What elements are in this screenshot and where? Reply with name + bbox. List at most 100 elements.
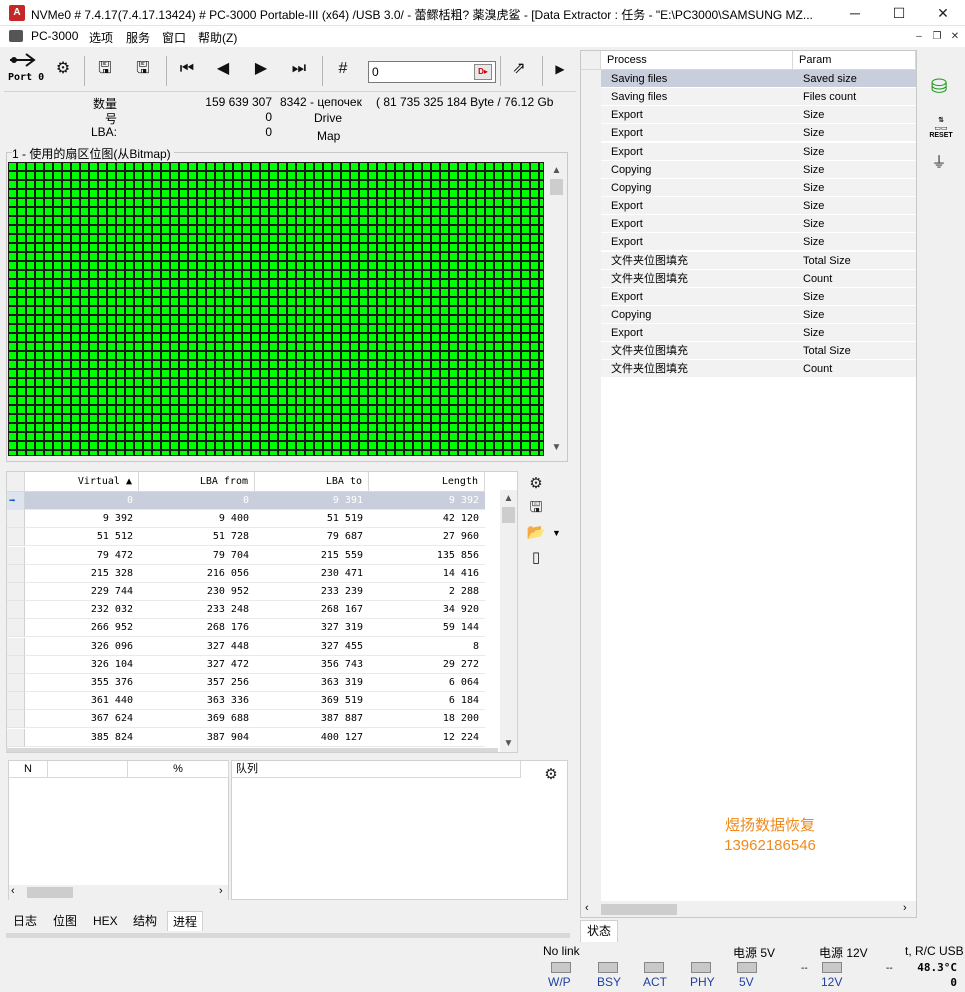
col-virtual[interactable]: Virtual ▲ [25,472,139,492]
col-process[interactable]: Process [601,51,793,70]
table-row[interactable]: 9 392 9 400 51 519 42 120 [7,510,497,529]
table-row[interactable]: 79 472 79 704 215 559 135 856 [7,546,497,565]
database-icon[interactable]: ⛁ [928,76,950,98]
save-button[interactable]: 🖫 [90,54,120,86]
col-n[interactable]: N [9,761,48,778]
table-row[interactable]: 51 512 51 728 79 687 27 960 [7,528,497,547]
menu-service[interactable]: 服务 [126,29,150,46]
scroll-thumb[interactable] [601,904,677,915]
process-row[interactable]: Saving files Files count [581,88,916,107]
scroll-right-icon[interactable]: › [903,902,907,914]
maximize-button[interactable]: ☐ [877,0,921,26]
next-button[interactable]: ▶ [246,54,276,86]
prev-button[interactable]: ◀ [208,54,238,86]
process-row[interactable]: 文件夹位图填充 Count [581,269,916,288]
scroll-up-icon[interactable]: ▲ [548,162,565,179]
process-row[interactable]: 文件夹位图填充 Count [581,360,916,379]
scroll-left-icon[interactable]: ‹ [585,902,589,914]
process-row[interactable]: Export Size [581,324,916,343]
col-lba-to[interactable]: LBA to [255,472,369,492]
reset-icon[interactable]: ⇅ ▭▭ RESET [929,116,953,139]
table-row[interactable]: 361 440 363 336 369 519 6 184 [7,692,497,711]
process-row[interactable]: Export Size [581,197,916,216]
process-row[interactable]: Saving files Saved size [581,70,916,88]
dropdown-arrow-icon[interactable]: ▼ [552,528,561,538]
table-row[interactable]: 266 952 268 176 327 319 59 144 [7,619,497,638]
table-scrollbar[interactable]: ▲ ▼ [500,490,517,752]
table-row[interactable]: 232 032 233 248 268 167 34 920 [7,601,497,620]
tab-bitmap[interactable]: 位图 [48,911,82,931]
table-row[interactable]: 229 744 230 952 233 239 2 288 [7,583,497,601]
process-row[interactable]: Export Size [581,142,916,161]
settings-doc-icon[interactable]: ⚙ [525,473,547,495]
scroll-right-icon[interactable]: › [219,885,223,897]
scroll-down-icon[interactable]: ▼ [548,439,565,456]
last-button[interactable]: ⏭ [284,54,314,86]
minimize-button[interactable]: ─ [833,0,877,26]
process-row[interactable]: 文件夹位图填充 Total Size [581,251,916,270]
process-row[interactable]: Export Size [581,233,916,252]
sector-bitmap[interactable] [8,162,544,456]
table-row[interactable]: 355 376 357 256 363 319 6 064 [7,674,497,692]
process-row[interactable]: Export Size [581,215,916,234]
goto-label-button[interactable]: # [328,54,358,86]
tab-status[interactable]: 状态 [580,920,619,942]
table-row[interactable]: 367 624 369 688 387 887 18 200 [7,710,497,729]
col-percent[interactable]: % [128,761,229,778]
mdi-close-button[interactable]: ✕ [948,30,962,44]
process-row[interactable]: 文件夹位图填充 Total Size [581,342,916,361]
proc-hscroll[interactable]: ‹ › [581,901,916,917]
process-row[interactable]: Export Size [581,287,916,306]
col-blank[interactable] [48,761,128,778]
scroll-thumb[interactable] [550,179,563,195]
table-cell: 6 184 [369,692,485,711]
tab-structure[interactable]: 结构 [128,911,162,931]
process-row[interactable]: Copying Size [581,160,916,179]
menu-pc3000[interactable]: PC-3000 [31,29,78,43]
toolbar-more-button[interactable]: ▶ [550,54,570,86]
blank-doc-icon[interactable]: ▯ [525,547,547,569]
open-button[interactable]: ⇗ [504,54,534,86]
process-param: Size [793,324,916,343]
tab-process[interactable]: 进程 [167,911,204,931]
table-row[interactable]: 326 096 327 448 327 455 8 [7,637,497,656]
menu-window[interactable]: 窗口 [162,29,186,46]
process-row[interactable]: Copying Size [581,305,916,324]
scroll-left-icon[interactable]: ‹ [11,885,15,897]
table-hscroll[interactable] [6,748,498,752]
table-row[interactable]: 215 328 216 056 230 471 14 416 [7,564,497,583]
menu-help[interactable]: 帮助(Z) [198,29,237,46]
close-button[interactable]: ✕ [921,0,965,26]
table-row[interactable]: 326 104 327 472 356 743 29 272 [7,655,497,674]
scroll-up-icon[interactable]: ▲ [500,490,517,507]
export-button[interactable]: 🖫 [128,54,158,86]
usb-plug-icon[interactable]: ⏚ [928,152,950,174]
process-row[interactable]: Export Size [581,106,916,125]
col-length[interactable]: Length [369,472,485,492]
queue-label[interactable]: 队列 [232,761,521,778]
process-row[interactable]: Export Size [581,124,916,143]
menu-options[interactable]: 选项 [89,29,113,46]
tab-log[interactable]: 日志 [8,911,42,931]
col-lba-from[interactable]: LBA from [139,472,255,492]
settings-doc-icon[interactable]: ⚙ [540,764,562,786]
progress-hscroll[interactable]: ‹ › [9,885,228,900]
row-indicator [7,510,25,529]
goto-decimal-button[interactable]: D▸ [474,64,492,80]
settings-button[interactable]: ⚙ [48,54,78,86]
bitmap-scrollbar[interactable]: ▲ ▼ [548,162,565,456]
process-row[interactable]: Copying Size [581,178,916,197]
folder-open-icon[interactable]: 📂 [525,522,547,544]
bottom-splitter[interactable] [6,933,570,938]
save-disk-icon[interactable]: 🖫 [525,497,547,519]
scroll-thumb[interactable] [502,507,515,523]
first-button[interactable]: ⏮ [172,54,202,86]
mdi-minimize-button[interactable]: – [912,30,926,44]
scroll-thumb[interactable] [27,887,73,898]
tab-hex[interactable]: HEX [88,911,123,931]
table-row[interactable]: ➡ 0 0 9 391 9 392 [7,492,497,510]
table-row[interactable]: 385 824 387 904 400 127 12 224 [7,728,497,747]
scroll-down-icon[interactable]: ▼ [500,735,517,752]
col-param[interactable]: Param [793,51,916,70]
mdi-restore-button[interactable]: ❐ [930,30,944,44]
